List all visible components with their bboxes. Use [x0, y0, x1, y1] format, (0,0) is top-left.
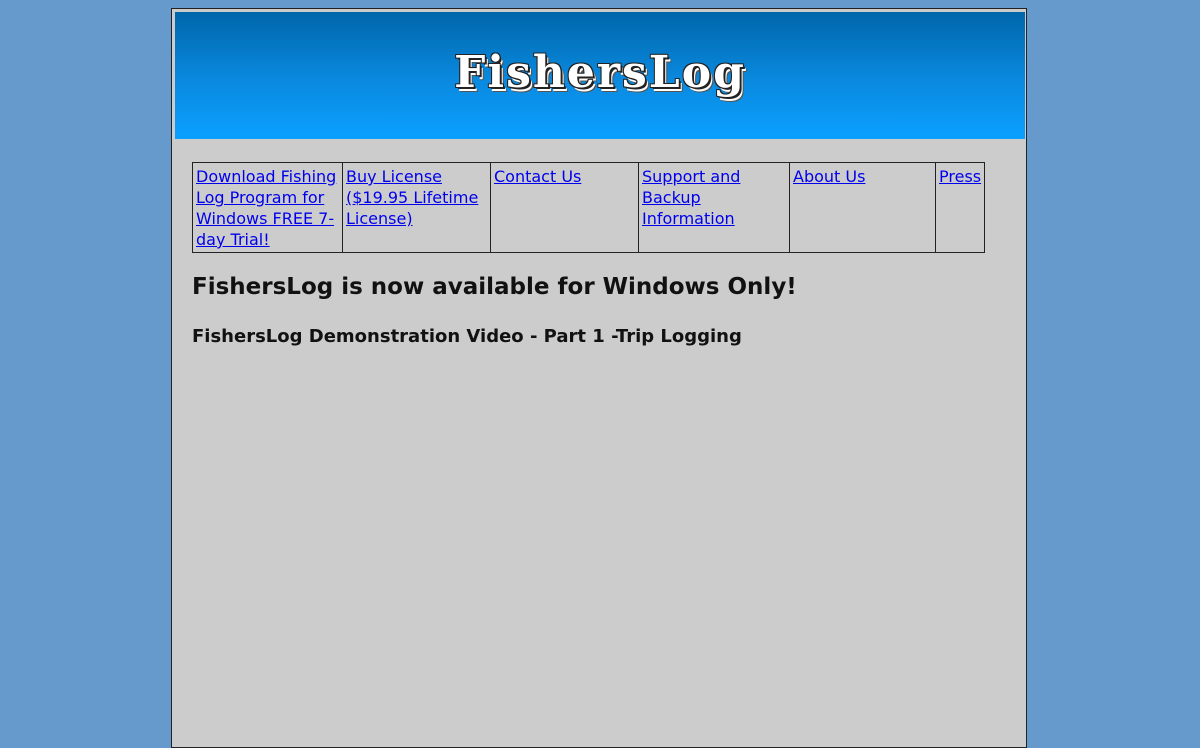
video-title: FishersLog Demonstration Video - Part 1 …	[192, 326, 742, 347]
nav-cell-press: Press	[934, 162, 986, 253]
nav-cell-download: Download Fishing Log Program for Windows…	[192, 162, 343, 253]
nav-cell-support: Support and Backup Information	[638, 162, 790, 253]
nav-link-about[interactable]: About Us	[793, 167, 865, 186]
nav-link-buy-license[interactable]: Buy License ($19.95 Lifetime License)	[346, 167, 478, 228]
nav-link-download[interactable]: Download Fishing Log Program for Windows…	[196, 167, 336, 249]
nav-table: Download Fishing Log Program for Windows…	[192, 162, 986, 253]
nav-cell-buy-license: Buy License ($19.95 Lifetime License)	[342, 162, 491, 253]
nav-cell-about: About Us	[789, 162, 936, 253]
site-logo[interactable]: FishersLog	[454, 47, 746, 98]
header-banner: FishersLog	[175, 12, 1025, 139]
page-headline: FishersLog is now available for Windows …	[192, 274, 797, 300]
nav-cell-contact: Contact Us	[490, 162, 639, 253]
nav-link-press[interactable]: Press	[939, 167, 981, 186]
page-container: FishersLog Download Fishing Log Program …	[171, 8, 1027, 748]
nav-link-support[interactable]: Support and Backup Information	[642, 167, 740, 228]
nav-link-contact[interactable]: Contact Us	[494, 167, 581, 186]
